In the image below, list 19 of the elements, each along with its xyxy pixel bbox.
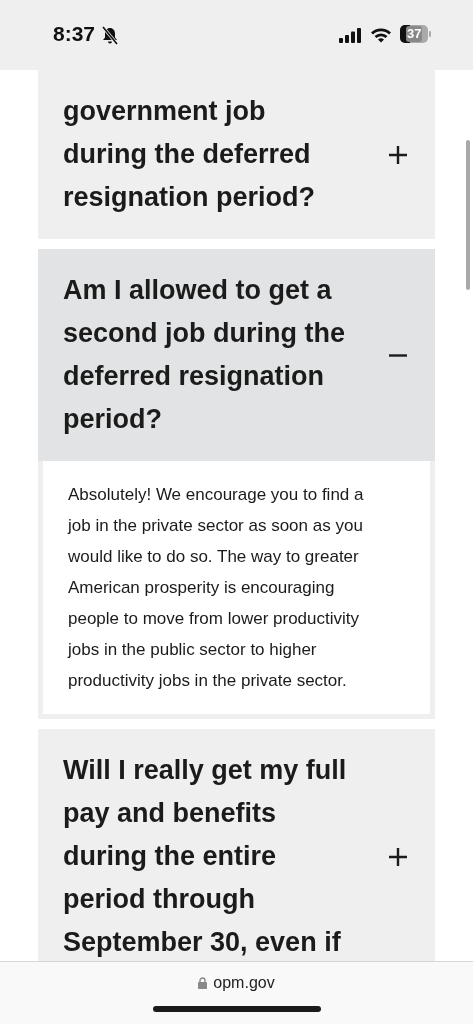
question: government job during the deferred resignation period? (63, 95, 317, 214)
accordion-header[interactable]: Am I allowed to get a second job during the deferred resignation period? (38, 249, 435, 461)
home-indicator[interactable] (153, 1006, 321, 1012)
accordion-header[interactable]: government job during the deferred resignation period? (38, 70, 435, 239)
wifi-icon (370, 27, 392, 43)
battery-tip-icon (429, 31, 432, 37)
answer: Absolutely! We encourage you to find a job in the private sector as soon as you would like to do so. The way to greater American prosperity is encouraging people to move from lower productivity jobs in the public sector to higher productivity jobs in the private sector. (43, 461, 430, 714)
muted-bell-icon (101, 26, 119, 45)
url[interactable]: opm.gov (213, 974, 275, 992)
accordion-header[interactable]: Will I really get my full pay and benefits during the entire period through September 30, even if (38, 729, 435, 961)
lock-icon (198, 977, 208, 989)
question: Am I allowed to get a second job during the deferred resignation period? (63, 274, 346, 436)
clock: 8:37 (53, 22, 96, 46)
battery-icon: 37 (400, 25, 428, 43)
minus-icon (388, 353, 408, 357)
signal-icon (339, 28, 362, 43)
plus-icon (388, 846, 408, 867)
plus-icon (388, 144, 408, 165)
question: Will I really get my full pay and benefits during the entire period through September 30, even if (63, 754, 348, 959)
